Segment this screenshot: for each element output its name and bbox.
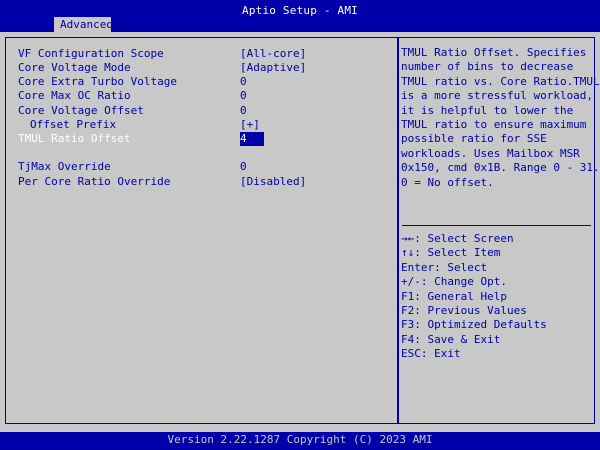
help-divider (402, 225, 591, 226)
setting-label: Core Max OC Ratio (18, 89, 131, 102)
setting-value[interactable]: 0 (240, 160, 247, 174)
key-legend: →←: Select Screen ↑↓: Select Item Enter:… (401, 232, 593, 362)
key-save-exit: F4: Save & Exit (401, 332, 501, 346)
setting-label: Core Voltage Mode (18, 61, 131, 74)
setting-row-core-voltage-mode[interactable]: Core Voltage Mode [Adaptive] (0, 61, 398, 75)
key-optimized-defaults: F3: Optimized Defaults (401, 318, 547, 332)
key-enter-select: Enter: Select (401, 260, 488, 274)
setting-label: TMUL Ratio Offset (18, 132, 131, 145)
footer-version: Version 2.22.1287 Copyright (C) 2023 AMI (0, 432, 600, 450)
setting-label: Offset Prefix (30, 118, 117, 131)
setting-label: VF Configuration Scope (18, 47, 164, 60)
key-previous-values: F2: Previous Values (401, 303, 527, 317)
setting-row-tjmax-override[interactable]: TjMax Override 0 (0, 160, 398, 174)
key-exit: ESC: Exit (401, 347, 461, 361)
setting-row-core-max-oc-ratio[interactable]: Core Max OC Ratio 0 (0, 89, 398, 103)
setting-value[interactable]: 0 (240, 75, 247, 89)
setting-value[interactable]: [Adaptive] (240, 61, 306, 75)
window-title: Aptio Setup - AMI (242, 4, 358, 17)
setting-row-per-core-ratio-override[interactable]: Per Core Ratio Override [Disabled] (0, 175, 398, 189)
key-select-item: ↑↓: Select Item (401, 246, 501, 260)
setting-value[interactable]: [Disabled] (240, 175, 306, 189)
setting-label: Core Voltage Offset (18, 104, 144, 117)
setting-label: TjMax Override (18, 160, 111, 173)
setting-label: Per Core Ratio Override (18, 175, 171, 188)
key-change-opt: +/-: Change Opt. (401, 275, 507, 289)
tab-advanced[interactable]: Advanced (54, 17, 113, 32)
setting-row-offset-prefix[interactable]: Offset Prefix [+] (0, 118, 398, 132)
setting-row-tmul-ratio-offset[interactable]: TMUL Ratio Offset 4 (0, 132, 398, 146)
setting-value[interactable]: [All-core] (240, 47, 306, 61)
key-general-help: F1: General Help (401, 289, 507, 303)
setting-value-input[interactable]: 4 (240, 132, 264, 146)
setting-label: Core Extra Turbo Voltage (18, 75, 177, 88)
help-description: TMUL Ratio Offset. Specifies number of b… (401, 46, 600, 189)
setting-value[interactable]: 0 (240, 104, 247, 118)
setting-row-core-extra-turbo-voltage[interactable]: Core Extra Turbo Voltage 0 (0, 75, 398, 89)
setting-row-vf-configuration-scope[interactable]: VF Configuration Scope [All-core] (0, 47, 398, 61)
setting-value[interactable]: 0 (240, 89, 247, 103)
setting-row-core-voltage-offset[interactable]: Core Voltage Offset 0 (0, 104, 398, 118)
header-bar: Aptio Setup - AMI Advanced (0, 0, 600, 32)
setting-value[interactable]: [+] (240, 118, 260, 132)
key-select-screen: →←: Select Screen (401, 232, 514, 245)
